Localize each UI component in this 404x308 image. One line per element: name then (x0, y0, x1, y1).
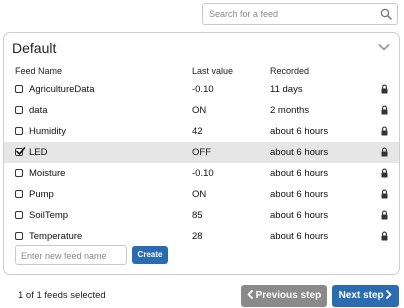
previous-step-button[interactable]: Previous step (241, 285, 327, 307)
feed-recorded: about 6 hours (270, 147, 329, 158)
feed-name: SoilTemp (29, 210, 69, 221)
lock-icon (381, 189, 388, 199)
feed-checkbox[interactable] (15, 127, 23, 135)
feed-name: LED (29, 147, 48, 158)
table-row[interactable]: LED OFF about 6 hours (4, 142, 399, 163)
feed-name: AgricultureData (29, 84, 95, 95)
lock-icon (381, 84, 388, 94)
feed-last-value: 28 (192, 231, 203, 242)
feed-group-panel: Default Feed Name Last value Recorded Ag… (3, 32, 400, 275)
new-feed-input[interactable] (16, 247, 126, 265)
feed-last-value: 42 (192, 126, 203, 137)
lock-icon (381, 168, 388, 178)
selection-count: 1 of 1 feeds selected (18, 290, 106, 301)
lock-icon (381, 147, 388, 157)
column-header-recorded: Recorded (270, 66, 310, 76)
table-row[interactable]: Pump ON about 6 hours (4, 184, 399, 205)
next-step-button[interactable]: Next step (332, 285, 399, 307)
lock-icon (381, 231, 388, 241)
feed-checkbox[interactable] (15, 106, 23, 114)
feed-name: Humidity (29, 126, 66, 137)
next-step-label: Next step (338, 290, 384, 301)
feed-last-value: ON (192, 189, 207, 200)
chevron-left-icon (247, 289, 253, 299)
table-row[interactable]: data ON 2 months (4, 100, 399, 121)
table-row[interactable]: SoilTemp 85 about 6 hours (4, 205, 399, 226)
column-header-last-value: Last value (192, 66, 234, 76)
feed-recorded: about 6 hours (270, 231, 329, 242)
feed-checkbox[interactable] (15, 232, 23, 240)
table-header: Feed Name Last value Recorded (4, 63, 399, 79)
chevron-down-icon[interactable] (378, 43, 390, 52)
feed-name: Moisture (29, 168, 66, 179)
column-header-feed-name: Feed Name (15, 66, 63, 76)
lock-icon (381, 105, 388, 115)
search-input[interactable] (203, 4, 379, 24)
feed-last-value: ON (192, 105, 207, 116)
table-row[interactable]: Moisture -0.10 about 6 hours (4, 163, 399, 184)
feed-last-value: 85 (192, 210, 203, 221)
feed-last-value: OFF (192, 147, 211, 158)
table-row[interactable]: AgricultureData -0.10 11 days (4, 79, 399, 100)
feed-last-value: -0.10 (192, 168, 214, 179)
feed-recorded: about 6 hours (270, 189, 329, 200)
feed-checkbox[interactable] (15, 147, 26, 156)
feed-recorded: about 6 hours (270, 210, 329, 221)
feed-last-value: -0.10 (192, 84, 214, 95)
new-feed-field (15, 245, 127, 265)
feed-checkbox[interactable] (15, 211, 23, 219)
feed-search (202, 3, 398, 25)
table-row[interactable]: Temperature 28 about 6 hours (4, 226, 399, 247)
feed-checkbox[interactable] (15, 85, 23, 93)
previous-step-label: Previous step (255, 290, 322, 301)
feed-recorded: 2 months (270, 105, 310, 116)
lock-icon (381, 126, 388, 136)
panel-title: Default (12, 40, 57, 56)
feed-checkbox[interactable] (15, 190, 23, 198)
feed-name: Pump (29, 189, 54, 200)
feed-recorded: about 6 hours (270, 126, 329, 137)
search-icon[interactable] (380, 8, 392, 20)
feed-recorded: about 6 hours (270, 168, 329, 179)
table-row[interactable]: Humidity 42 about 6 hours (4, 121, 399, 142)
create-button[interactable]: Create (132, 246, 168, 264)
lock-icon (381, 210, 388, 220)
feed-name: Temperature (29, 231, 83, 242)
checkmark-icon (16, 147, 26, 155)
chevron-right-icon (386, 289, 392, 299)
feed-recorded: 11 days (270, 84, 303, 95)
feed-checkbox[interactable] (15, 169, 23, 177)
feed-name: data (29, 105, 48, 116)
